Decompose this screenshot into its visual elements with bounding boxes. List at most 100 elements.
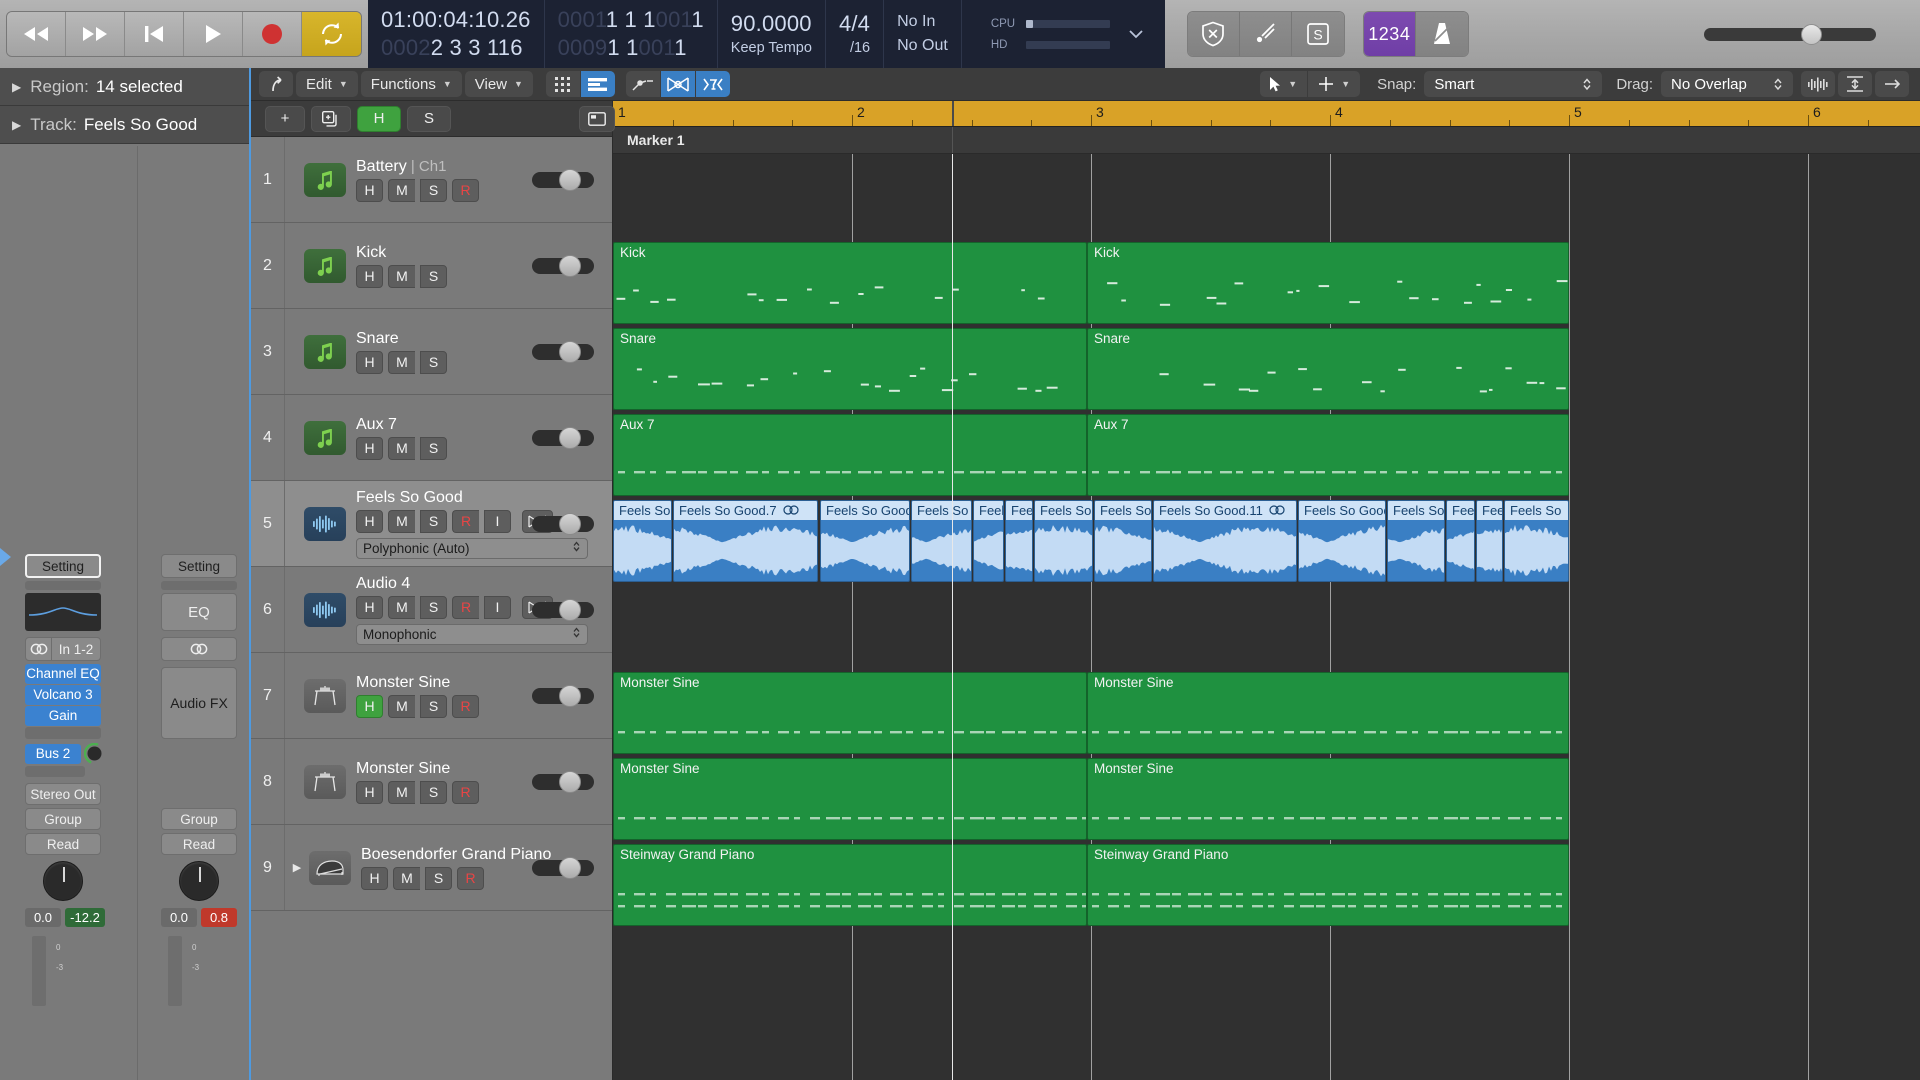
add-track-button[interactable]: + <box>265 105 305 132</box>
audio-region-header[interactable]: Feel <box>1447 501 1474 520</box>
lcd-timecode-section[interactable]: 01:00:04:10.26 00022 3 3 116 <box>368 0 545 68</box>
midi-note-icon[interactable] <box>304 162 346 197</box>
lcd-tempo-section[interactable]: 90.0000 Keep Tempo <box>718 0 826 68</box>
track-header-6[interactable]: 6 Audio 4 H M S R I Monophonic <box>251 567 612 653</box>
audio-region-header[interactable]: Feels So <box>1388 501 1444 520</box>
track-header-4[interactable]: 4 Aux 7 HMS <box>251 395 612 481</box>
synth-icon[interactable] <box>304 764 346 799</box>
bar-ruler[interactable]: 12345678 <box>613 101 1920 127</box>
track-h-button[interactable]: H <box>356 595 383 619</box>
setting-slot-empty[interactable] <box>25 581 101 590</box>
track-volume-knob[interactable] <box>559 426 582 449</box>
lcd-meters-section[interactable]: CPU HD <box>962 0 1165 68</box>
track-h-button[interactable]: H <box>356 436 383 460</box>
track-disclosure-triangle-icon[interactable]: ▶ <box>12 118 21 132</box>
midi-region[interactable]: Monster Sine <box>1087 672 1569 754</box>
track-volume-knob[interactable] <box>559 684 582 707</box>
low-latency-mode-button[interactable] <box>1187 12 1240 56</box>
undo-button[interactable] <box>259 71 293 97</box>
audio-region[interactable]: Feels So Good.7 <box>673 500 818 582</box>
audio-region-header[interactable]: Feels So Good <box>821 501 909 520</box>
track-header-9[interactable]: 9 ▶ Boesendorfer Grand Piano H M S R <box>251 825 612 911</box>
midi-region[interactable]: Kick <box>613 242 1087 324</box>
track-lane-1[interactable] <box>613 154 1920 240</box>
track-m-button[interactable]: M <box>388 436 415 460</box>
pan-knob-2[interactable] <box>179 861 219 901</box>
drag-dropdown[interactable]: No Overlap <box>1661 71 1793 97</box>
fit-view-button[interactable] <box>1838 71 1872 97</box>
track-h-button[interactable]: H <box>356 264 383 288</box>
audio-region[interactable]: Feels So <box>1387 500 1445 582</box>
audio-waveform-icon[interactable] <box>304 506 346 541</box>
playhead[interactable] <box>952 154 954 1080</box>
record-button[interactable] <box>243 12 302 56</box>
grid-view-button[interactable] <box>545 71 580 97</box>
midi-region[interactable]: Snare <box>613 328 1087 410</box>
audio-region-header[interactable]: Feels So <box>1035 501 1092 520</box>
track-volume-slider[interactable] <box>532 598 594 621</box>
secondary-tool-button[interactable]: ▼ <box>1308 71 1361 97</box>
track-inspector-header[interactable]: ▶ Track: Feels So Good <box>0 106 249 144</box>
tuner-button[interactable] <box>1239 12 1292 56</box>
volume-value-2[interactable]: 0.8 <box>201 908 237 927</box>
midi-region[interactable]: Steinway Grand Piano <box>1087 844 1569 926</box>
midi-region[interactable]: Steinway Grand Piano <box>613 844 1087 926</box>
track-volume-slider[interactable] <box>532 856 594 879</box>
midi-region[interactable]: Monster Sine <box>613 672 1087 754</box>
track-name[interactable]: Kick <box>356 244 532 262</box>
track-volume-knob[interactable] <box>559 340 582 363</box>
track-lane-4[interactable]: Aux 7 Aux 7 <box>613 412 1920 498</box>
setting-button-2[interactable]: Setting <box>161 554 237 578</box>
group-button[interactable]: Group <box>25 808 101 830</box>
automation-mode-button[interactable]: Read <box>25 833 101 855</box>
track-disclosure-icon[interactable]: ▶ <box>287 861 307 874</box>
send-slot-bus2[interactable]: Bus 2 <box>25 744 81 764</box>
audio-region[interactable]: Feels So <box>1504 500 1569 582</box>
track-config-button[interactable] <box>579 105 615 132</box>
send-level-knob[interactable] <box>83 742 106 765</box>
track-volume-slider[interactable] <box>532 426 594 449</box>
track-header-7[interactable]: 7 Monster Sine H M S R <box>251 653 612 739</box>
output-slot[interactable]: Stereo Out <box>25 783 101 805</box>
track-s-button[interactable]: S <box>420 178 447 202</box>
track-m-button[interactable]: M <box>388 178 415 202</box>
flex-mode-dropdown[interactable]: Monophonic <box>356 623 588 645</box>
track-volume-knob[interactable] <box>559 512 582 535</box>
track-h-button[interactable]: H <box>356 178 383 202</box>
duplicate-track-button[interactable] <box>311 105 351 132</box>
view-menu[interactable]: View ▼ <box>464 71 533 97</box>
track-volume-knob[interactable] <box>559 168 582 191</box>
track-m-button[interactable]: M <box>388 264 415 288</box>
track-volume-slider[interactable] <box>532 684 594 707</box>
metronome-button[interactable] <box>1415 12 1468 56</box>
hide-tracks-button[interactable]: H <box>357 105 401 132</box>
marker-track[interactable]: Marker 1 <box>613 127 1920 154</box>
solo-mode-button[interactable]: S <box>1291 12 1344 56</box>
audio-region[interactable]: Fee <box>1005 500 1033 582</box>
lcd-position-section[interactable]: 00011 1 10011 00091 10011 <box>545 0 718 68</box>
audio-region[interactable]: Feels So Good.11 <box>1153 500 1297 582</box>
track-s-button[interactable]: S <box>420 436 447 460</box>
track-m-button[interactable]: M <box>393 866 420 890</box>
track-header-1[interactable]: 1 Battery | Ch1 H M S R <box>251 137 612 223</box>
track-h-button[interactable]: H <box>356 350 383 374</box>
midi-note-icon[interactable] <box>304 334 346 369</box>
track-name[interactable]: Aux 7 <box>356 416 532 434</box>
audio-region-header[interactable]: Fee <box>1477 501 1502 520</box>
midi-region[interactable]: Monster Sine <box>613 758 1087 840</box>
track-r-button[interactable]: R <box>457 866 484 890</box>
solo-tracks-button[interactable]: S <box>407 105 451 132</box>
piano-icon[interactable] <box>309 850 351 885</box>
track-lane-2[interactable]: Kick Kick <box>613 240 1920 326</box>
volume-value[interactable]: -12.2 <box>65 908 105 927</box>
eq-thumbnail-display[interactable] <box>25 593 101 631</box>
midi-region[interactable]: Aux 7 <box>1087 414 1569 496</box>
track-m-button[interactable]: M <box>388 509 415 533</box>
audio-region[interactable]: Feel <box>973 500 1004 582</box>
track-h-button[interactable]: H <box>356 509 383 533</box>
audio-region-header[interactable]: Feels So <box>912 501 971 520</box>
audio-region[interactable]: Feels So <box>911 500 972 582</box>
lcd-expand-chevron-icon[interactable] <box>1120 29 1152 39</box>
track-name[interactable]: Audio 4 <box>356 575 532 593</box>
audio-region-header[interactable]: Fee <box>1006 501 1032 520</box>
